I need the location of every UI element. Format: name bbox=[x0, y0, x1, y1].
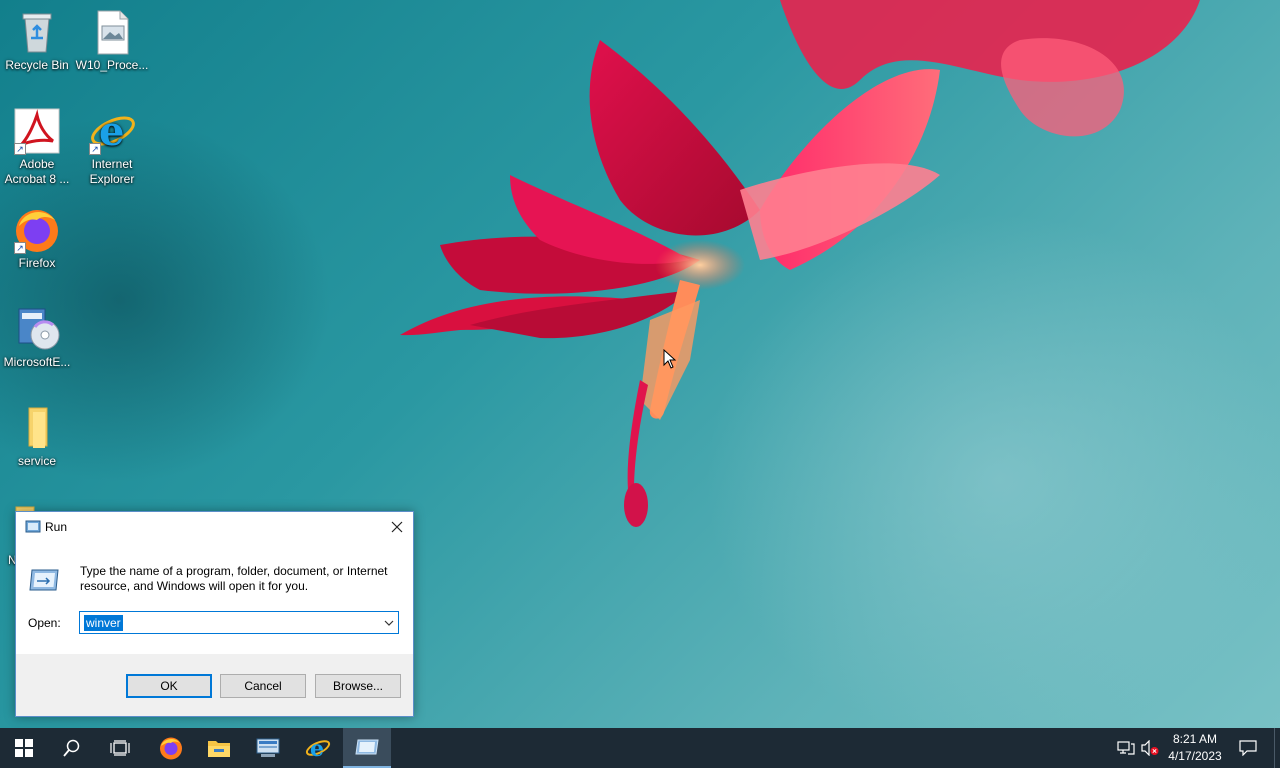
image-file-icon bbox=[88, 8, 136, 56]
run-icon bbox=[25, 520, 41, 533]
desktop-icon-label: Internet Explorer bbox=[89, 157, 135, 186]
close-icon bbox=[391, 521, 403, 533]
desktop-icon-internet-explorer[interactable]: e ↗ Internet Explorer bbox=[75, 107, 149, 187]
clock-date: 4/17/2023 bbox=[1168, 749, 1222, 763]
run-icon bbox=[355, 739, 379, 755]
desktop-icon-label: MicrosoftE... bbox=[3, 355, 71, 369]
run-dialog[interactable]: Run Type the name of a program, folder, … bbox=[15, 511, 414, 717]
internet-explorer-icon: e bbox=[305, 736, 331, 761]
task-view-icon bbox=[110, 740, 130, 756]
open-input[interactable]: winver bbox=[84, 615, 123, 631]
volume-tray-button[interactable] bbox=[1141, 740, 1159, 756]
firefox-icon bbox=[160, 737, 182, 760]
desktop-icon-label: service bbox=[17, 454, 56, 468]
notification-icon bbox=[1239, 740, 1257, 756]
taskbar-file-explorer[interactable] bbox=[195, 728, 243, 768]
mouse-cursor-icon bbox=[663, 349, 677, 369]
show-desktop-button[interactable] bbox=[1274, 728, 1280, 768]
cancel-button[interactable]: Cancel bbox=[220, 674, 306, 698]
action-center-button[interactable] bbox=[1232, 728, 1264, 768]
taskbar-run-dialog[interactable] bbox=[343, 728, 391, 768]
search-button[interactable] bbox=[48, 728, 96, 768]
taskbar: e 8:21 AM 4/17/2023 bbox=[0, 728, 1280, 768]
desktop-icon-microsoft-installer[interactable]: MicrosoftE... bbox=[0, 305, 74, 370]
start-button[interactable] bbox=[0, 728, 48, 768]
desktop-icon-label: Adobe Acrobat 8 ... bbox=[4, 157, 70, 186]
network-icon bbox=[1117, 741, 1135, 755]
run-dialog-title: Run bbox=[45, 520, 68, 534]
desktop-icon-service-folder[interactable]: service bbox=[0, 404, 74, 469]
task-view-button[interactable] bbox=[96, 728, 144, 768]
open-combobox[interactable]: winver bbox=[79, 611, 399, 634]
shortcut-arrow-icon: ↗ bbox=[14, 242, 26, 254]
shortcut-arrow-icon: ↗ bbox=[14, 143, 26, 155]
close-button[interactable] bbox=[381, 512, 413, 542]
file-explorer-icon bbox=[208, 741, 230, 757]
run-dialog-description: Type the name of a program, folder, docu… bbox=[80, 564, 388, 593]
svg-text:e: e bbox=[99, 108, 124, 155]
open-label: Open: bbox=[28, 616, 61, 630]
firefox-icon: ↗ bbox=[13, 206, 61, 254]
shortcut-arrow-icon: ↗ bbox=[89, 143, 101, 155]
taskbar-firefox[interactable] bbox=[147, 728, 195, 768]
ok-button[interactable]: OK bbox=[126, 674, 212, 698]
windows-logo-icon bbox=[15, 739, 33, 757]
browse-button[interactable]: Browse... bbox=[315, 674, 401, 698]
run-dialog-titlebar[interactable]: Run bbox=[16, 512, 413, 542]
volume-muted-icon bbox=[1141, 740, 1159, 756]
svg-text:e: e bbox=[310, 736, 324, 761]
desktop-icon-adobe-acrobat[interactable]: ↗ Adobe Acrobat 8 ... bbox=[0, 107, 74, 187]
run-dialog-footer: OK Cancel Browse... bbox=[16, 654, 413, 716]
taskbar-clock[interactable]: 8:21 AM 4/17/2023 bbox=[1160, 731, 1230, 765]
desktop-icon-label: Recycle Bin bbox=[5, 58, 69, 72]
internet-explorer-icon: e ↗ bbox=[88, 107, 136, 155]
desktop-icon-recycle-bin[interactable]: Recycle Bin bbox=[0, 8, 74, 73]
run-program-icon bbox=[29, 569, 59, 591]
combobox-dropdown-button[interactable] bbox=[380, 612, 398, 633]
folder-icon bbox=[13, 404, 61, 452]
taskbar-internet-explorer[interactable]: e bbox=[294, 728, 342, 768]
desktop-icon-label: Firefox bbox=[18, 256, 56, 270]
desktop-icon-label: W10_Proce... bbox=[75, 58, 149, 72]
server-manager-icon bbox=[256, 738, 280, 757]
clock-time: 8:21 AM bbox=[1172, 732, 1218, 746]
installer-cd-icon bbox=[13, 305, 61, 353]
desktop-icon-firefox[interactable]: ↗ Firefox bbox=[0, 206, 74, 271]
chevron-down-icon bbox=[384, 620, 394, 626]
recycle-bin-icon bbox=[13, 8, 61, 56]
search-icon bbox=[63, 739, 80, 757]
adobe-acrobat-icon: ↗ bbox=[13, 107, 61, 155]
network-tray-button[interactable] bbox=[1117, 740, 1135, 756]
desktop-icon-w10-process[interactable]: W10_Proce... bbox=[75, 8, 149, 73]
taskbar-server-manager[interactable] bbox=[244, 728, 292, 768]
